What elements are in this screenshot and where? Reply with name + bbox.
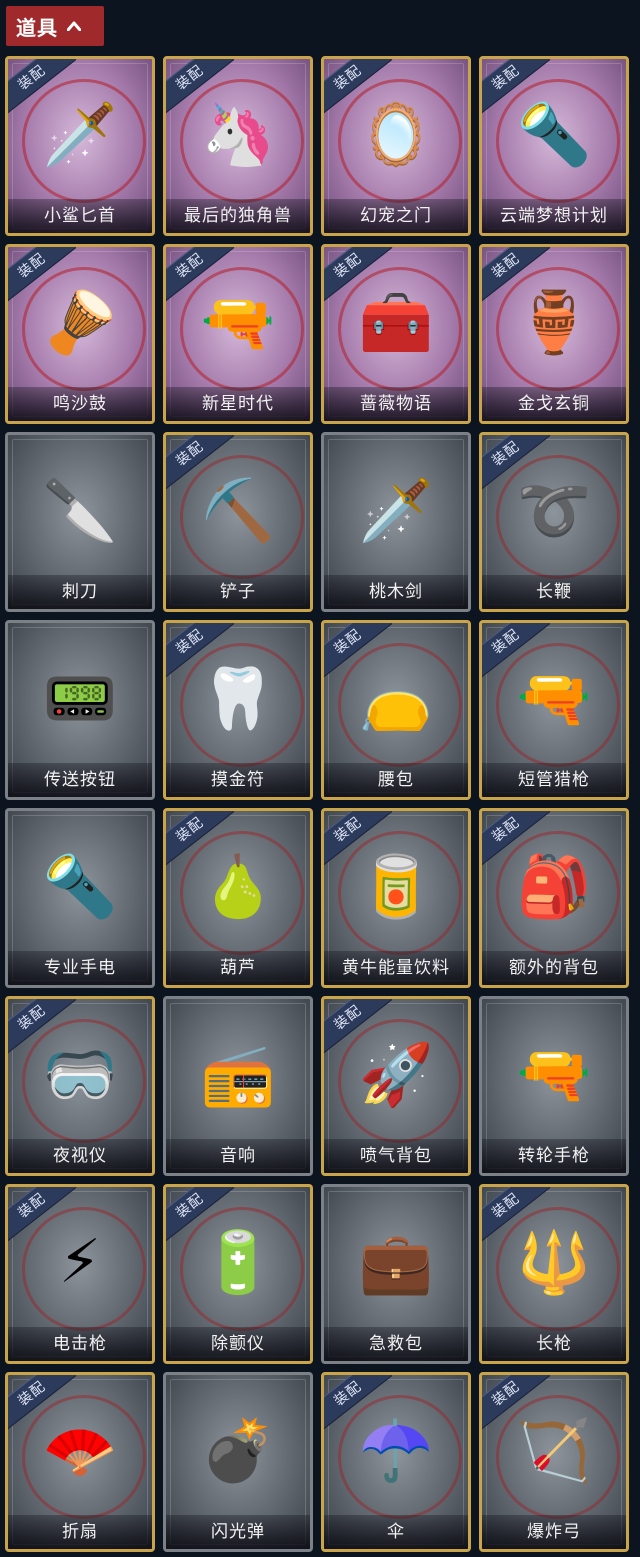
item-name: 长鞭 — [482, 575, 626, 609]
item-card[interactable]: 🦄 最后的独角兽 装配 — [163, 56, 313, 236]
item-card[interactable]: ☂️ 伞装配 — [321, 1372, 471, 1552]
item-name: 电击枪 — [8, 1327, 152, 1361]
item-card[interactable]: 👝 腰包 装配 — [321, 620, 471, 800]
item-card[interactable]: 🪘 鸣沙鼓 装配 — [5, 244, 155, 424]
item-card[interactable]: 🥽 夜视仪 装配 — [5, 996, 155, 1176]
item-card[interactable]: ⚡ 电击枪 装配 — [5, 1184, 155, 1364]
item-card[interactable]: 🗡️ 桃木剑 — [321, 432, 471, 612]
item-card[interactable]: 💼 急救包 — [321, 1184, 471, 1364]
item-name: 急救包 — [324, 1327, 468, 1361]
item-name: 伞 — [324, 1515, 468, 1549]
item-name: 金戈玄铜 — [482, 387, 626, 421]
item-name: 折扇 — [8, 1515, 152, 1549]
item-card[interactable]: 🔪 刺刀 — [5, 432, 155, 612]
item-name: 转轮手枪 — [482, 1139, 626, 1173]
item-card[interactable]: ➰ 长鞭 装配 — [479, 432, 629, 612]
chevron-up-icon — [66, 18, 82, 34]
item-icon: 💣 — [200, 1415, 276, 1486]
item-card[interactable]: 💣 闪光弹 — [163, 1372, 313, 1552]
item-name: 摸金符 — [166, 763, 310, 797]
item-name: 葫芦 — [166, 951, 310, 985]
item-card[interactable]: 🥫 黄牛能量饮料 装配 — [321, 808, 471, 988]
section-title: 道具 — [16, 15, 58, 40]
item-card[interactable]: 🔫 新星时代 装配 — [163, 244, 313, 424]
item-card[interactable]: 🏺 金戈玄铜 装配 — [479, 244, 629, 424]
item-card[interactable]: 🚀 喷气背包 装配 — [321, 996, 471, 1176]
item-name: 除颤仪 — [166, 1327, 310, 1361]
items-section-toggle[interactable]: 道具 — [6, 6, 104, 46]
item-name: 腰包 — [324, 763, 468, 797]
item-icon: 📻 — [200, 1039, 276, 1110]
item-icon: 🔦 — [42, 851, 118, 922]
item-name: 额外的背包 — [482, 951, 626, 985]
item-card[interactable]: 🗡️ 小鲨匕首 装配 — [5, 56, 155, 236]
item-name: 长枪 — [482, 1327, 626, 1361]
item-icon: 🔪 — [42, 475, 118, 546]
item-name: 闪光弹 — [166, 1515, 310, 1549]
item-name: 蔷薇物语 — [324, 387, 468, 421]
item-name: 最后的独角兽 — [166, 199, 310, 233]
item-name: 幻宠之门 — [324, 199, 468, 233]
item-card[interactable]: 🏹 爆炸弓 装配 — [479, 1372, 629, 1552]
item-card[interactable]: 🔱 长枪 装配 — [479, 1184, 629, 1364]
item-card[interactable]: 🪭 折扇 装配 — [5, 1372, 155, 1552]
item-name: 专业手电 — [8, 951, 152, 985]
item-name: 音响 — [166, 1139, 310, 1173]
item-name: 小鲨匕首 — [8, 199, 152, 233]
item-card[interactable]: 🔫 短管猎枪 装配 — [479, 620, 629, 800]
item-name: 爆炸弓 — [482, 1515, 626, 1549]
item-card[interactable]: 🎒 额外的背包 装配 — [479, 808, 629, 988]
item-name: 鸣沙鼓 — [8, 387, 152, 421]
item-name: 刺刀 — [8, 575, 152, 609]
item-card[interactable]: 🍐 葫芦 装配 — [163, 808, 313, 988]
item-card[interactable]: 🧰 蔷薇物语 装配 — [321, 244, 471, 424]
item-name: 短管猎枪 — [482, 763, 626, 797]
item-name: 铲子 — [166, 575, 310, 609]
item-icon: 🔫 — [516, 1039, 592, 1110]
item-name: 桃木剑 — [324, 575, 468, 609]
item-card[interactable]: 🔦 云端梦想计划 装配 — [479, 56, 629, 236]
item-card[interactable]: 🔋 除颤仪 装配 — [163, 1184, 313, 1364]
item-icon: 📟 — [42, 663, 118, 734]
item-card[interactable]: 🔫 转轮手枪 — [479, 996, 629, 1176]
item-card[interactable]: 📟 传送按钮 — [5, 620, 155, 800]
item-icon: 🗡️ — [358, 475, 434, 546]
item-name: 传送按钮 — [8, 763, 152, 797]
item-card[interactable]: 🦷 摸金符 装配 — [163, 620, 313, 800]
item-name: 喷气背包 — [324, 1139, 468, 1173]
item-icon: 💼 — [358, 1227, 434, 1298]
item-name: 新星时代 — [166, 387, 310, 421]
item-name: 夜视仪 — [8, 1139, 152, 1173]
item-name: 云端梦想计划 — [482, 199, 626, 233]
item-card[interactable]: 📻 音响 — [163, 996, 313, 1176]
item-card[interactable]: 🪞 幻宠之门 装配 — [321, 56, 471, 236]
item-card[interactable]: ⛏️ 铲子 装配 — [163, 432, 313, 612]
item-name: 黄牛能量饮料 — [324, 951, 468, 985]
item-card[interactable]: 🔦 专业手电 — [5, 808, 155, 988]
